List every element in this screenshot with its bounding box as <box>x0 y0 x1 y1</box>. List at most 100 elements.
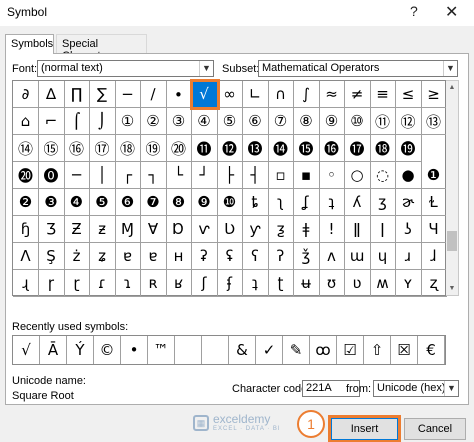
symbol-cell[interactable]: ʡ <box>191 243 218 270</box>
recent-symbol[interactable]: € <box>418 336 445 364</box>
symbol-cell[interactable]: ɺ <box>421 243 447 270</box>
symbol-cell[interactable]: Ş <box>38 243 65 270</box>
symbol-cell[interactable]: ʖ <box>395 216 422 243</box>
symbol-cell[interactable]: ⑤ <box>217 108 243 135</box>
recent-symbol[interactable]: Ý <box>67 336 94 364</box>
scroll-thumb[interactable] <box>447 231 457 251</box>
symbol-cell[interactable]: ɼ <box>38 270 65 297</box>
symbol-cell[interactable]: ◌ <box>370 162 396 189</box>
symbol-cell[interactable]: ≈ <box>319 81 345 108</box>
symbol-cell[interactable]: ∩ <box>268 81 294 108</box>
symbol-cell[interactable]: ⑳ <box>166 135 192 162</box>
symbol-cell[interactable]: ɐ <box>115 243 141 270</box>
symbol-cell[interactable]: ⓯ <box>293 135 320 162</box>
symbol-cell[interactable]: ⑫ <box>395 108 422 135</box>
symbol-cell[interactable]: ⓮ <box>268 135 294 162</box>
symbol-cell[interactable]: ∏ <box>64 81 90 108</box>
symbol-cell[interactable]: ❻ <box>115 189 141 216</box>
symbol-cell[interactable]: ≡ <box>370 81 396 108</box>
symbol-cell[interactable]: ɧ <box>13 216 39 243</box>
symbol-cell[interactable]: ⑩ <box>344 108 371 135</box>
symbol-cell[interactable]: ⑯ <box>64 135 90 162</box>
symbol-cell[interactable]: ƺ <box>268 216 294 243</box>
symbol-cell[interactable]: ɿ <box>115 270 141 297</box>
symbol-cell[interactable]: Ɱ <box>115 216 141 243</box>
symbol-cell[interactable]: ʅ <box>268 189 294 216</box>
symbol-cell[interactable]: ③ <box>166 108 192 135</box>
symbol-cell[interactable]: ǂ <box>293 216 320 243</box>
symbol-cell[interactable]: ⓲ <box>370 135 396 162</box>
symbol-cell[interactable]: ʒ <box>370 189 396 216</box>
symbol-cell[interactable]: ɚ <box>395 189 422 216</box>
symbol-cell[interactable]: ❷ <box>13 189 39 216</box>
symbol-cell[interactable]: ⓱ <box>344 135 371 162</box>
symbol-cell[interactable]: └ <box>166 162 192 189</box>
recent-symbol[interactable]: • <box>121 336 148 364</box>
symbol-cell[interactable]: ⑦ <box>268 108 294 135</box>
symbol-cell-selected[interactable]: √ <box>189 79 220 110</box>
symbol-cell[interactable]: ⓿ <box>38 162 65 189</box>
tab-symbols[interactable]: Symbols <box>5 34 54 54</box>
symbol-cell[interactable]: ∟ <box>242 81 269 108</box>
symbol-cell[interactable]: ○ <box>344 162 371 189</box>
symbol-cell[interactable]: ʇ <box>242 270 269 297</box>
symbol-cell[interactable]: ∕ <box>140 81 167 108</box>
symbol-cell[interactable]: ǀ <box>370 216 396 243</box>
recent-symbol[interactable]: ✎ <box>283 336 310 364</box>
symbol-cell[interactable]: ʄ <box>217 270 243 297</box>
symbol-cell[interactable]: Ƶ <box>64 216 90 243</box>
scroll-up-icon[interactable]: ▲ <box>446 81 458 94</box>
symbol-cell[interactable]: ɥ <box>370 243 396 270</box>
symbol-cell[interactable]: ┘ <box>191 162 218 189</box>
chevron-down-icon[interactable]: ▼ <box>199 61 213 76</box>
symbol-cell[interactable]: ɾ <box>89 270 116 297</box>
symbol-cell[interactable]: ⑭ <box>13 135 39 162</box>
symbol-cell[interactable]: ● <box>395 162 422 189</box>
symbol-cell[interactable]: │ <box>89 162 116 189</box>
symbol-cell[interactable]: ② <box>140 108 167 135</box>
symbol-cell[interactable]: ʔ <box>268 243 294 270</box>
symbol-cell[interactable]: ◦ <box>319 162 345 189</box>
symbol-cell[interactable]: ❽ <box>166 189 192 216</box>
symbol-cell[interactable]: ▫ <box>268 162 294 189</box>
symbol-cell[interactable]: ⓫ <box>191 135 218 162</box>
symbol-cell[interactable]: ≥ <box>421 81 447 108</box>
symbol-cell[interactable]: ż <box>64 243 90 270</box>
symbol-cell[interactable]: ʎ <box>344 189 371 216</box>
symbol-cell[interactable]: ɻ <box>13 270 39 297</box>
symbol-cell[interactable]: ❿ <box>217 189 243 216</box>
symbol-cell[interactable]: ① <box>115 108 141 135</box>
symbol-cell[interactable]: ʋ <box>344 270 371 297</box>
symbol-cell[interactable]: ⑰ <box>89 135 116 162</box>
close-icon[interactable]: ✕ <box>445 2 458 22</box>
recent-symbol[interactable]: ⇧ <box>364 336 391 364</box>
symbol-cell[interactable]: ④ <box>191 108 218 135</box>
recent-symbol[interactable]: √ <box>13 336 40 364</box>
symbol-cell[interactable]: ❼ <box>140 189 167 216</box>
symbol-cell[interactable]: ʀ <box>140 270 167 297</box>
symbol-cell[interactable]: ⌐ <box>38 108 65 135</box>
symbol-cell[interactable]: ⑥ <box>242 108 269 135</box>
symbol-cell[interactable]: ʑ <box>89 243 116 270</box>
insert-button[interactable]: Insert <box>328 415 401 442</box>
symbol-cell[interactable]: ʉ <box>293 270 320 297</box>
cancel-button[interactable]: Cancel <box>404 418 466 440</box>
help-icon[interactable]: ? <box>410 3 418 19</box>
symbol-cell[interactable]: ʢ <box>217 243 243 270</box>
tab-special-characters[interactable]: Special Characters <box>56 34 147 62</box>
symbol-cell[interactable]: ∑ <box>89 81 116 108</box>
symbol-cell[interactable]: ├ <box>217 162 243 189</box>
symbol-cell[interactable]: ❾ <box>191 189 218 216</box>
symbol-cell[interactable]: ⌠ <box>64 108 90 135</box>
symbol-cell[interactable]: ❹ <box>64 189 90 216</box>
symbol-cell[interactable]: ∫ <box>293 81 320 108</box>
symbol-cell[interactable]: ⓳ <box>395 135 422 162</box>
symbol-cell[interactable]: ⑱ <box>115 135 141 162</box>
chevron-down-icon[interactable]: ▼ <box>444 381 458 396</box>
symbol-cell[interactable]: − <box>115 81 141 108</box>
symbol-cell[interactable]: ∆ <box>38 81 65 108</box>
symbol-cell[interactable]: ʃ <box>191 270 218 297</box>
font-select[interactable]: (normal text) ▼ <box>37 60 214 77</box>
recent-symbol[interactable]: ™ <box>148 336 175 364</box>
recent-symbol[interactable]: ꝏ <box>310 336 337 364</box>
